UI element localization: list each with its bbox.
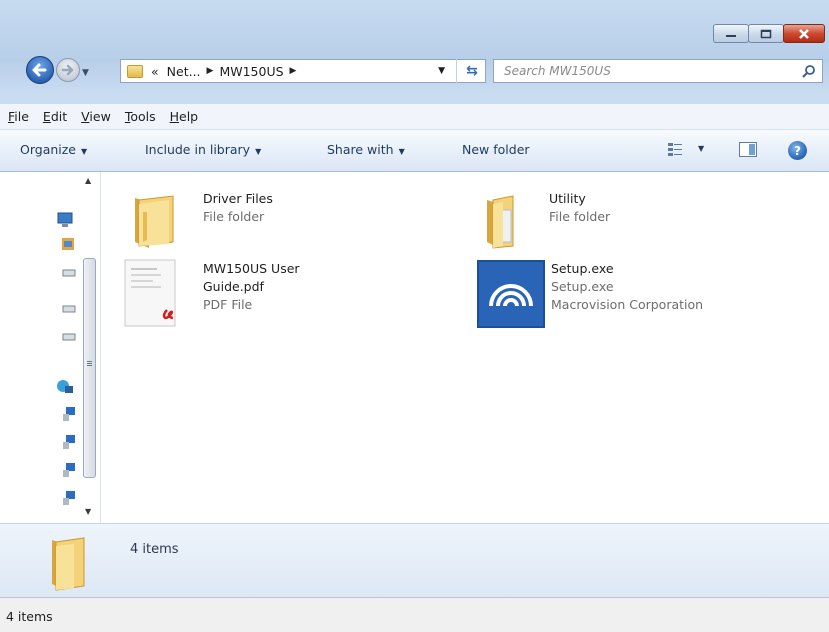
file-name: Utility	[549, 191, 586, 206]
help-icon[interactable]: ?	[788, 141, 807, 160]
search-box[interactable]	[493, 59, 823, 83]
view-options-icon[interactable]	[667, 142, 683, 158]
menu-tools[interactable]: Tools	[125, 109, 156, 124]
file-type: Setup.exe	[551, 279, 614, 294]
file-name: Driver Files	[203, 191, 273, 206]
file-list: Driver Files File folder Utility File fo…	[101, 172, 829, 523]
breadcrumb-arrow-icon[interactable]: ▶	[290, 66, 297, 76]
file-publisher: Macrovision Corporation	[551, 297, 704, 312]
close-button[interactable]	[783, 24, 825, 43]
menu-edit[interactable]: Edit	[43, 109, 67, 124]
network-computer-icon[interactable]	[62, 434, 76, 450]
drive-icon[interactable]	[62, 304, 76, 314]
maximize-icon	[760, 29, 772, 38]
libraries-icon[interactable]	[60, 236, 76, 252]
scroll-down-icon[interactable]: ▼	[85, 507, 91, 516]
organize-label: Organize	[20, 142, 76, 157]
folder-icon	[52, 537, 85, 591]
organize-button[interactable]: Organize ▼	[20, 142, 87, 157]
file-type: PDF File	[203, 297, 253, 312]
address-overflow[interactable]: «	[151, 64, 159, 79]
search-input[interactable]	[504, 64, 764, 78]
file-type: File folder	[203, 209, 265, 224]
folder-icon	[127, 64, 143, 78]
file-type: File folder	[549, 209, 611, 224]
status-item-count: 4 items	[6, 609, 53, 624]
navigation-scrollbar[interactable]: ▲ ▼	[82, 176, 97, 516]
setup-app-icon	[477, 260, 545, 328]
minimize-icon	[726, 34, 736, 37]
share-label: Share with	[327, 142, 394, 157]
scroll-thumb[interactable]	[83, 258, 96, 478]
chevron-down-icon: ▼	[398, 147, 405, 156]
file-item-setup[interactable]: Setup.exe Setup.exe Macrovision Corporat…	[477, 260, 703, 328]
details-pane: 4 items	[0, 523, 829, 597]
new-folder-label: New folder	[462, 142, 530, 157]
window-controls	[713, 24, 825, 44]
network-icon[interactable]	[56, 378, 74, 396]
file-item-utility[interactable]: Utility File folder	[479, 190, 610, 250]
menu-view[interactable]: View	[81, 109, 111, 124]
share-with-button[interactable]: Share with ▼	[327, 142, 405, 157]
folder-icon	[487, 195, 514, 249]
file-name: Setup.exe	[551, 261, 614, 276]
back-arrow-icon	[32, 63, 47, 77]
search-icon[interactable]	[802, 64, 816, 78]
menu-file[interactable]: File	[8, 109, 29, 124]
network-computer-icon[interactable]	[62, 406, 76, 422]
file-name: MW150US User	[203, 261, 300, 276]
breadcrumb-network[interactable]: Net...	[167, 64, 201, 79]
pdf-file-icon	[124, 259, 176, 327]
drive-icon[interactable]	[62, 332, 76, 342]
address-bar[interactable]: « Net... ▶ MW150US ▶ ▼	[120, 59, 486, 83]
navigation-bar: ▼ « Net... ▶ MW150US ▶ ▼ ⇆	[0, 52, 829, 92]
view-dropdown-icon[interactable]: ▼	[698, 144, 704, 153]
preview-pane-icon[interactable]	[739, 142, 757, 157]
status-bar: 4 items	[0, 597, 829, 632]
recent-pages-dropdown[interactable]: ▼	[82, 68, 89, 78]
breadcrumb-arrow-icon[interactable]: ▶	[207, 66, 214, 76]
network-computer-icon[interactable]	[62, 490, 76, 506]
close-icon	[799, 28, 809, 39]
menu-bar: File Edit View Tools Help	[0, 104, 829, 130]
refresh-button[interactable]: ⇆	[456, 59, 487, 83]
details-item-count: 4 items	[130, 542, 179, 557]
new-folder-button[interactable]: New folder	[462, 142, 530, 157]
refresh-icon: ⇆	[466, 63, 478, 79]
explorer-window: ▼ « Net... ▶ MW150US ▶ ▼ ⇆ File Edit Vie…	[0, 0, 829, 632]
file-name-line-2: Guide.pdf	[203, 279, 264, 294]
command-bar: Organize ▼ Include in library ▼ Share with…	[0, 130, 829, 172]
forward-arrow-icon	[61, 64, 74, 76]
chevron-down-icon: ▼	[255, 147, 262, 156]
breadcrumb-mw150us[interactable]: MW150US	[219, 64, 283, 79]
menu-help[interactable]: Help	[170, 109, 199, 124]
file-item-driver-files[interactable]: Driver Files File folder	[129, 190, 273, 250]
include-in-library-button[interactable]: Include in library ▼	[145, 142, 261, 157]
include-label: Include in library	[145, 142, 251, 157]
network-computer-icon[interactable]	[62, 462, 76, 478]
file-item-user-guide[interactable]: MW150US User Guide.pdf PDF File	[121, 256, 300, 328]
back-button[interactable]	[26, 56, 54, 84]
chevron-down-icon: ▼	[81, 147, 88, 156]
drive-icon[interactable]	[62, 268, 76, 278]
folder-icon	[135, 195, 174, 248]
maximize-button[interactable]	[748, 24, 784, 43]
forward-button[interactable]	[56, 58, 80, 82]
scroll-up-icon[interactable]: ▲	[85, 176, 91, 185]
address-dropdown-icon[interactable]: ▼	[438, 66, 445, 76]
minimize-button[interactable]	[713, 24, 749, 43]
computer-icon[interactable]	[56, 212, 74, 228]
